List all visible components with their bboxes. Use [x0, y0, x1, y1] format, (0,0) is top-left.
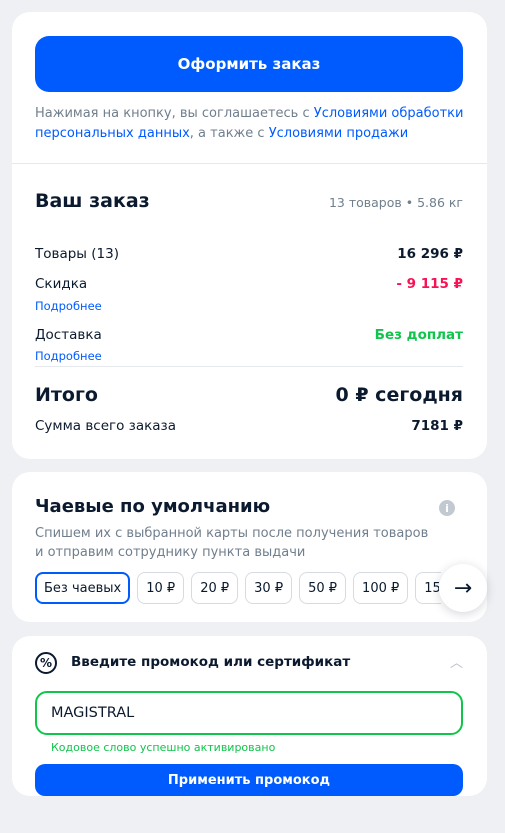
goods-value: 16 296 ₽ [397, 246, 463, 262]
discount-details-link[interactable]: Подробнее [35, 299, 102, 313]
promo-card: % Введите промокод или сертификат ︿ Кодо… [12, 636, 487, 796]
delivery-value: Без доплат [374, 327, 463, 343]
discount-label: Скидка [35, 276, 88, 292]
goods-label: Товары (13) [35, 246, 119, 262]
tips-title: Чаевые по умолчанию [35, 496, 271, 517]
promo-input[interactable] [35, 691, 463, 735]
agreement-text-part-1: Нажимая на кнопку, вы соглашаетесь с [35, 106, 314, 121]
order-sum-value: 7181 ₽ [411, 418, 463, 434]
divider [12, 163, 487, 164]
tip-option-none[interactable]: Без чаевых [35, 572, 131, 604]
tip-option-150[interactable]: 150 ₽ [415, 572, 441, 604]
arrow-right-icon: → [453, 575, 473, 601]
order-meta: 13 товаров • 5.86 кг [328, 195, 463, 210]
delivery-details-link[interactable]: Подробнее [35, 349, 102, 363]
tip-option-20[interactable]: 20 ₽ [191, 572, 239, 604]
promo-success-message: Кодовое слово успешно активировано [51, 741, 276, 754]
checkout-button[interactable]: Оформить заказ [35, 36, 463, 92]
order-sum-label: Сумма всего заказа [35, 418, 177, 434]
divider [35, 366, 463, 367]
info-icon[interactable]: i [439, 500, 455, 516]
next-tips-button[interactable]: → [439, 564, 487, 612]
delivery-label: Доставка [35, 327, 102, 343]
tip-option-10[interactable]: 10 ₽ [137, 572, 185, 604]
tips-description: Спишем их с выбранной карты после получе… [35, 526, 429, 560]
chevron-up-icon[interactable]: ︿ [450, 652, 463, 671]
tip-options: Без чаевых10 ₽20 ₽30 ₽50 ₽100 ₽150 ₽ [35, 572, 441, 606]
total-label: Итого [35, 384, 98, 406]
tip-option-100[interactable]: 100 ₽ [353, 572, 409, 604]
tip-option-50[interactable]: 50 ₽ [299, 572, 347, 604]
order-title: Ваш заказ [35, 190, 150, 212]
sale-terms-link[interactable]: Условиями продажи [269, 126, 408, 141]
discount-icon: % [35, 652, 57, 674]
tips-card: Чаевые по умолчанию i Спишем их с выбран… [12, 472, 487, 622]
agreement-text-part-2: , а также с [189, 126, 269, 141]
agreement-text: Нажимая на кнопку, вы соглашаетесь с Усл… [35, 104, 475, 144]
discount-value: - 9 115 ₽ [396, 276, 463, 292]
promo-title[interactable]: Введите промокод или сертификат [71, 654, 350, 670]
apply-promo-button[interactable]: Применить промокод [35, 764, 463, 796]
total-value: 0 ₽ сегодня [335, 384, 463, 406]
order-summary-card: Оформить заказ Нажимая на кнопку, вы сог… [12, 12, 487, 459]
tip-option-30[interactable]: 30 ₽ [245, 572, 293, 604]
